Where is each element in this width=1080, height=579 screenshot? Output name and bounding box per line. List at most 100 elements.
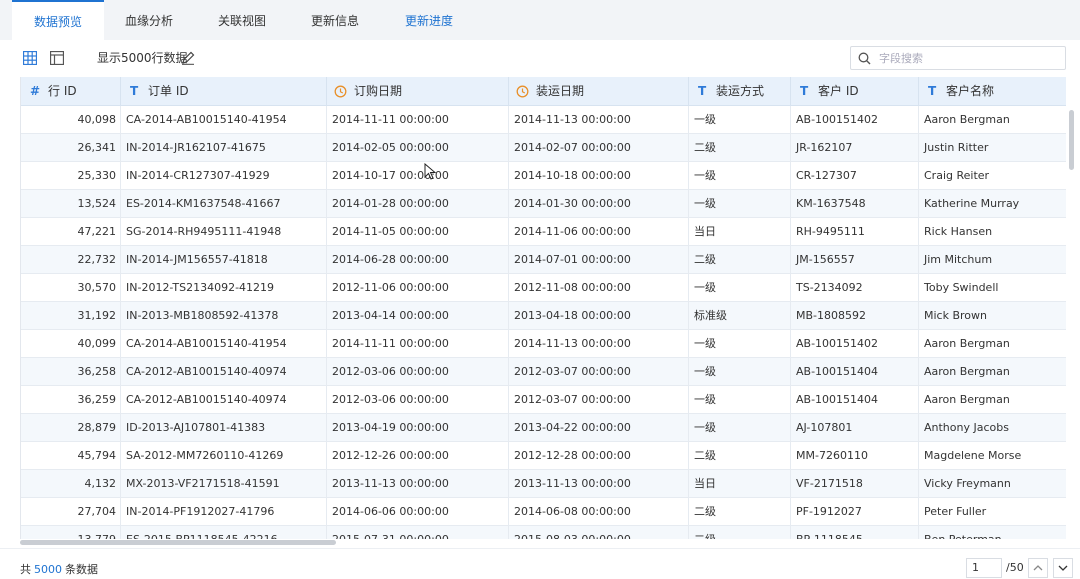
- text-type-icon: T: [698, 84, 707, 98]
- text-type-icon: T: [130, 84, 139, 98]
- column-header-order-id[interactable]: T 订单 ID: [121, 77, 327, 106]
- cell-order-id: ES-2015-BP1118545-42216: [121, 526, 327, 539]
- cell-ship-mode: 一级: [689, 358, 791, 385]
- table-row[interactable]: 13,779ES-2015-BP1118545-422162015-07-31 …: [21, 526, 1066, 539]
- table-row[interactable]: 30,570 IN-2012-TS2134092-41219 2012-11-06 …: [21, 274, 1066, 302]
- table-row[interactable]: 36,259 CA-2012-AB10015140-40974 2012-03-06…: [21, 386, 1066, 414]
- cell-order-date: 2013-11-13 00:00:00: [327, 470, 509, 497]
- horizontal-scroll-thumb[interactable]: [20, 540, 336, 545]
- tab-update-info[interactable]: 更新信息: [298, 0, 372, 40]
- table-row[interactable]: 36,258 CA-2012-AB10015140-40974 2012-03-06…: [21, 358, 1066, 386]
- column-header-label: 订单 ID: [148, 84, 189, 98]
- cell-row-id: 47,221: [21, 218, 121, 245]
- cell-ship-mode: 一级: [689, 162, 791, 189]
- field-search-input[interactable]: [879, 49, 1059, 67]
- cell-row-id: 13,524: [21, 190, 121, 217]
- column-header-ship-mode[interactable]: T 装运方式: [689, 77, 791, 106]
- cell-customer-id: JR-162107: [791, 134, 919, 161]
- table-row[interactable]: 27,704 IN-2014-PF1912027-41796 2014-06-06 …: [21, 498, 1066, 526]
- cell-order-date: 2013-04-19 00:00:00: [327, 414, 509, 441]
- tab-lineage-analysis[interactable]: 血缘分析: [112, 0, 186, 40]
- cell-customer-name: Anthony Jacobs: [919, 414, 1066, 441]
- vertical-scroll-thumb[interactable]: [1069, 110, 1074, 170]
- cell-ship-mode: 一级: [689, 274, 791, 301]
- cell-customer-id: PF-1912027: [791, 498, 919, 525]
- vertical-scrollbar[interactable]: [1069, 108, 1075, 538]
- cell-order-id: IN-2014-CR127307-41929: [121, 162, 327, 189]
- cell-ship-date: 2012-03-07 00:00:00: [509, 358, 689, 385]
- prev-page-button[interactable]: [1028, 558, 1048, 578]
- table-row[interactable]: 22,732 IN-2014-JM156557-41818 2014-06-28 0…: [21, 246, 1066, 274]
- cell-customer-name: Justin Ritter: [919, 134, 1066, 161]
- next-page-button[interactable]: [1053, 558, 1073, 578]
- cell-customer-id: AB-100151402: [791, 106, 919, 133]
- tab-data-preview[interactable]: 数据预览: [12, 0, 104, 40]
- cell-ship-date: 2013-04-18 00:00:00: [509, 302, 689, 329]
- tab-update-progress[interactable]: 更新进度: [392, 0, 466, 40]
- cell-ship-date: 2013-11-13 00:00:00: [509, 470, 689, 497]
- cell-order-date: 2012-12-26 00:00:00: [327, 442, 509, 469]
- cell-order-date: 2014-01-28 00:00:00: [327, 190, 509, 217]
- table-row[interactable]: 4,132 MX-2013-VF2171518-41591 2013-11-13 0…: [21, 470, 1066, 498]
- table-row[interactable]: 45,794 SA-2012-MM7260110-41269 2012-12-26 …: [21, 442, 1066, 470]
- search-icon: [858, 52, 871, 65]
- column-header-label: 订购日期: [354, 84, 403, 98]
- cell-ship-date: 2014-11-13 00:00:00: [509, 330, 689, 357]
- cell-ship-date: 2012-12-28 00:00:00: [509, 442, 689, 469]
- cell-customer-id: BP-1118545: [791, 526, 919, 539]
- cell-row-id: 27,704: [21, 498, 121, 525]
- table-row[interactable]: 25,330 IN-2014-CR127307-41929 2014-10-17 0…: [21, 162, 1066, 190]
- cell-customer-id: JM-156557: [791, 246, 919, 273]
- column-header-customer-id[interactable]: T 客户 ID: [791, 77, 919, 106]
- column-header-order-date[interactable]: 订购日期: [327, 77, 509, 106]
- table-row[interactable]: 40,099 CA-2014-AB10015140-41954 2014-11-11…: [21, 330, 1066, 358]
- cell-order-id: IN-2014-PF1912027-41796: [121, 498, 327, 525]
- cell-ship-mode: 二级: [689, 442, 791, 469]
- grid-view-icon[interactable]: [23, 51, 37, 65]
- column-header-ship-date[interactable]: 装运日期: [509, 77, 689, 106]
- column-header-label: 装运方式: [716, 84, 765, 98]
- column-header-label: 装运日期: [536, 84, 585, 98]
- cell-row-id: 40,098: [21, 106, 121, 133]
- table-row[interactable]: 28,879 ID-2013-AJ107801-41383 2013-04-19 0…: [21, 414, 1066, 442]
- cell-row-id: 30,570: [21, 274, 121, 301]
- horizontal-scrollbar[interactable]: [20, 540, 1066, 546]
- table-row[interactable]: 26,341 IN-2014-JR162107-41675 2014-02-05 0…: [21, 134, 1066, 162]
- cell-order-id: IN-2014-JR162107-41675: [121, 134, 327, 161]
- table-row[interactable]: 31,192 IN-2013-MB1808592-41378 2013-04-14 …: [21, 302, 1066, 330]
- cell-order-id: CA-2012-AB10015140-40974: [121, 358, 327, 385]
- cell-customer-id: KM-1637548: [791, 190, 919, 217]
- cell-customer-id: AB-100151404: [791, 386, 919, 413]
- column-header-label: 行 ID: [48, 84, 77, 98]
- cell-ship-date: 2014-06-08 00:00:00: [509, 498, 689, 525]
- cell-row-id: 40,099: [21, 330, 121, 357]
- table-row[interactable]: 47,221 SG-2014-RH9495111-41948 2014-11-05 …: [21, 218, 1066, 246]
- column-header-row-id[interactable]: # 行 ID: [21, 77, 121, 106]
- total-count: 5000: [34, 563, 62, 576]
- field-search-box[interactable]: [850, 46, 1066, 70]
- cell-customer-name: Aaron Bergman: [919, 358, 1066, 385]
- table-row[interactable]: 40,098 CA-2014-AB10015140-41954 2014-11-11…: [21, 106, 1066, 134]
- table-row[interactable]: 13,524 ES-2014-KM1637548-41667 2014-01-28 …: [21, 190, 1066, 218]
- cell-ship-mode: 一级: [689, 414, 791, 441]
- total-suffix: 条数据: [65, 563, 98, 576]
- cell-customer-name: Rick Hansen: [919, 218, 1066, 245]
- cell-customer-id: MM-7260110: [791, 442, 919, 469]
- chevron-down-icon: [1058, 565, 1068, 571]
- cell-ship-mode: 二级: [689, 526, 791, 539]
- page-number-input[interactable]: 1: [966, 558, 1002, 578]
- cell-row-id: 36,258: [21, 358, 121, 385]
- layout-panel-icon[interactable]: [50, 51, 64, 65]
- show-rows-label: 显示5000行数据: [97, 51, 188, 65]
- cell-order-date: 2013-04-14 00:00:00: [327, 302, 509, 329]
- cell-order-id: SG-2014-RH9495111-41948: [121, 218, 327, 245]
- cell-customer-name: Aaron Bergman: [919, 106, 1066, 133]
- cell-order-id: CA-2014-AB10015140-41954: [121, 106, 327, 133]
- clock-icon: [334, 85, 347, 98]
- cell-ship-mode: 一级: [689, 330, 791, 357]
- cell-order-id: CA-2012-AB10015140-40974: [121, 386, 327, 413]
- cell-row-id: 13,779: [21, 526, 121, 539]
- tab-related-view[interactable]: 关联视图: [204, 0, 280, 40]
- pencil-icon[interactable]: [181, 51, 195, 65]
- column-header-customer-name[interactable]: T 客户名称: [919, 77, 1066, 106]
